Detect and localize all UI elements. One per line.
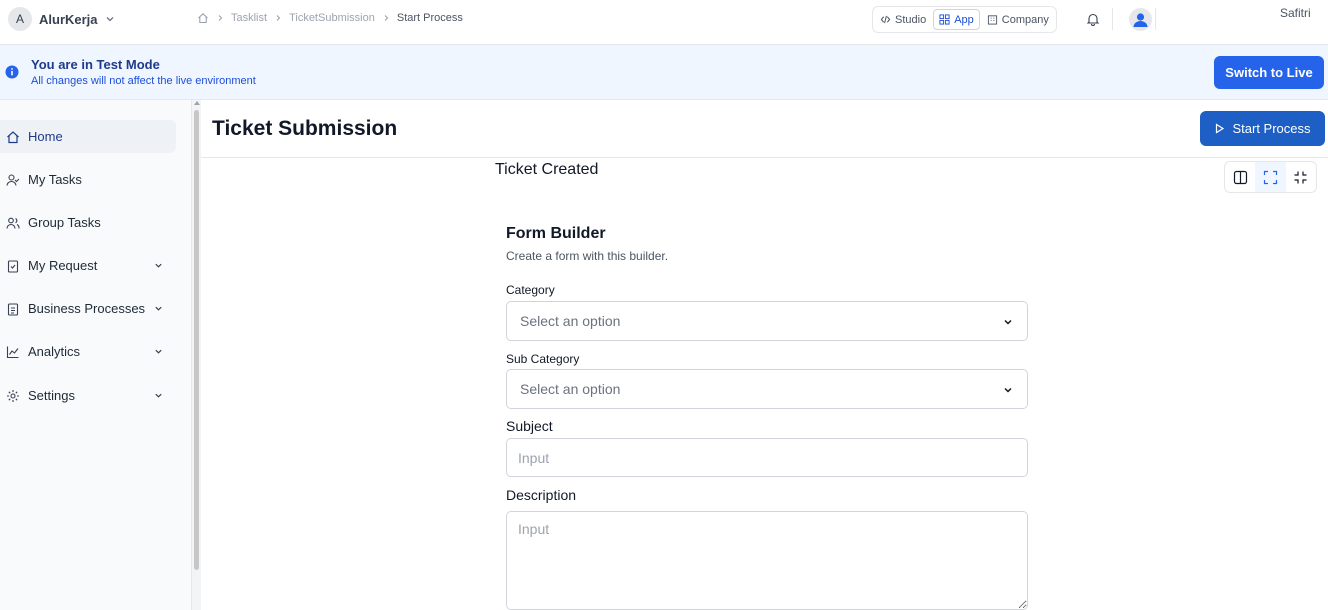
collapse-icon bbox=[1294, 171, 1307, 183]
breadcrumb-current: Start Process bbox=[396, 12, 463, 24]
workspace-avatar: A bbox=[8, 7, 32, 31]
collapse-button[interactable] bbox=[1286, 162, 1316, 192]
mode-company-label: Company bbox=[1001, 13, 1049, 26]
fullscreen-button[interactable] bbox=[1255, 162, 1286, 192]
sidebar-item-business-processes[interactable]: Business Processes bbox=[0, 292, 176, 325]
start-process-label: Start Process bbox=[1232, 121, 1311, 136]
chevron-down-icon bbox=[1004, 387, 1012, 393]
mode-studio-label: Studio bbox=[895, 13, 927, 26]
chevron-down-icon bbox=[155, 306, 162, 311]
description-textarea[interactable] bbox=[506, 511, 1028, 610]
users-icon bbox=[6, 217, 20, 229]
divider bbox=[1155, 8, 1156, 30]
start-process-button[interactable]: Start Process bbox=[1200, 111, 1325, 146]
sidebar: Home My Tasks Group Tasks My Request Bus… bbox=[0, 100, 192, 610]
view-toolbar bbox=[1224, 161, 1317, 193]
code-icon bbox=[880, 15, 891, 24]
sidebar-item-group-tasks[interactable]: Group Tasks bbox=[0, 206, 176, 239]
mode-switcher: Studio App Company bbox=[872, 6, 1057, 33]
banner-subtitle: All changes will not affect the live env… bbox=[31, 75, 256, 87]
form-title: Form Builder bbox=[506, 225, 606, 242]
mode-app-label: App bbox=[954, 13, 974, 26]
sidebar-item-label: My Request bbox=[28, 258, 98, 273]
grid-icon bbox=[939, 14, 950, 25]
mode-app[interactable]: App bbox=[933, 9, 980, 30]
sub-category-select-value: Select an option bbox=[520, 381, 621, 397]
chevron-right-icon bbox=[384, 15, 389, 21]
category-select-value: Select an option bbox=[520, 313, 621, 329]
breadcrumb-tasklist[interactable]: Tasklist bbox=[231, 12, 267, 24]
gear-icon bbox=[7, 389, 19, 402]
breadcrumb: Tasklist TicketSubmission Start Process bbox=[197, 12, 463, 24]
sub-category-label: Sub Category bbox=[506, 352, 580, 366]
test-mode-banner: You are in Test Mode All changes will no… bbox=[0, 45, 1328, 100]
sidebar-item-label: Analytics bbox=[28, 344, 81, 359]
chevron-down-icon bbox=[106, 17, 113, 22]
top-bar: A AlurKerja Tasklist TicketSubmission St… bbox=[0, 0, 1328, 45]
banner-title: You are in Test Mode bbox=[31, 57, 160, 72]
category-label: Category bbox=[506, 283, 555, 297]
chevron-right-icon bbox=[218, 15, 223, 21]
clipboard-check-icon bbox=[7, 259, 19, 273]
sidebar-item-label: Home bbox=[28, 129, 63, 144]
scroll-up-arrow-icon[interactable] bbox=[194, 101, 200, 105]
description-label: Description bbox=[506, 487, 577, 503]
mode-studio[interactable]: Studio bbox=[875, 9, 931, 30]
chevron-down-icon bbox=[1004, 319, 1012, 325]
chevron-down-icon bbox=[155, 393, 162, 398]
subject-label: Subject bbox=[506, 418, 553, 434]
bell-icon[interactable] bbox=[1086, 12, 1100, 26]
workspace-switcher[interactable]: A AlurKerja bbox=[8, 7, 115, 31]
sidebar-item-home[interactable]: Home bbox=[0, 120, 176, 153]
section-title: Ticket Created bbox=[495, 161, 599, 178]
home-icon[interactable] bbox=[197, 12, 209, 24]
clipboard-list-icon bbox=[7, 302, 19, 316]
sidebar-item-my-tasks[interactable]: My Tasks bbox=[0, 163, 176, 196]
page-title: Ticket Submission bbox=[212, 117, 398, 140]
mode-company[interactable]: Company bbox=[982, 9, 1054, 30]
sidebar-item-label: Business Processes bbox=[28, 301, 146, 316]
switch-to-live-button[interactable]: Switch to Live bbox=[1214, 56, 1324, 89]
play-icon bbox=[1216, 123, 1225, 134]
home-icon bbox=[7, 130, 19, 143]
category-select[interactable]: Select an option bbox=[506, 301, 1028, 341]
line-chart-icon bbox=[6, 346, 19, 358]
expand-icon bbox=[1263, 170, 1278, 184]
sub-category-select[interactable]: Select an option bbox=[506, 369, 1028, 409]
breadcrumb-ticketsubmission[interactable]: TicketSubmission bbox=[289, 12, 375, 24]
divider bbox=[1112, 8, 1113, 30]
username: Safitri bbox=[1280, 6, 1311, 20]
sidebar-item-my-request[interactable]: My Request bbox=[0, 249, 176, 282]
chevron-down-icon bbox=[155, 263, 162, 268]
user-check-icon bbox=[6, 173, 20, 186]
divider bbox=[201, 157, 1328, 158]
building-icon bbox=[987, 15, 997, 25]
workspace-name: AlurKerja bbox=[39, 11, 98, 27]
subject-input[interactable] bbox=[506, 438, 1028, 477]
sidebar-item-settings[interactable]: Settings bbox=[0, 379, 176, 412]
sidebar-item-label: My Tasks bbox=[28, 172, 82, 187]
chevron-down-icon bbox=[155, 349, 162, 354]
sidebar-item-label: Settings bbox=[28, 388, 75, 403]
form-description: Create a form with this builder. bbox=[506, 249, 669, 263]
scrollbar-thumb[interactable] bbox=[194, 110, 199, 570]
sidebar-item-analytics[interactable]: Analytics bbox=[0, 335, 176, 368]
sidebar-item-label: Group Tasks bbox=[28, 215, 101, 230]
user-icon bbox=[1133, 13, 1148, 27]
info-icon bbox=[5, 65, 19, 79]
columns-icon bbox=[1233, 170, 1247, 184]
chevron-right-icon bbox=[276, 15, 281, 21]
split-view-button[interactable] bbox=[1225, 162, 1255, 192]
avatar[interactable] bbox=[1129, 8, 1152, 31]
